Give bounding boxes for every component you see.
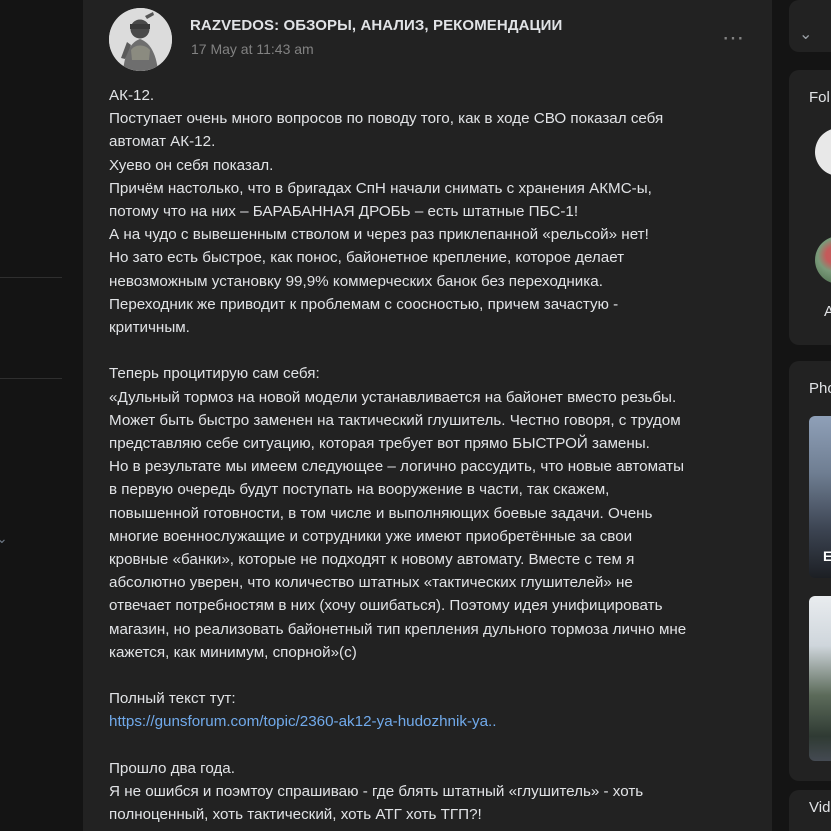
post-text-line: Но зато есть быстрое, как понос, байонет… <box>109 249 625 267</box>
post-text-line: кажется, как минимум, спорной»(с) <box>109 643 357 661</box>
post-text-line: представляю себе ситуацию, которая требу… <box>109 435 650 453</box>
videos-title[interactable]: Vid <box>809 799 830 816</box>
post-text-line: магазин, но реализовать байонетный тип к… <box>109 620 687 638</box>
post-text-line: в первую очередь будут поступать на воор… <box>109 481 610 499</box>
post-text-line: повышенной готовности, в том числе и вып… <box>109 504 653 522</box>
post-text-line: А на чудо с вывешенным стволом и через р… <box>109 226 649 244</box>
post-text-line: многие военнослужащие и сотрудники уже и… <box>109 527 633 545</box>
chevron-down-icon[interactable]: ⌄ <box>0 530 8 547</box>
post-text-line: невозможным установку 99,9% коммерческих… <box>109 272 603 290</box>
post-text-line: абсолютно уверен, что количество штатных… <box>109 574 633 592</box>
right-sidebar: ⌄ Fol A Pho E Vid <box>789 0 831 831</box>
follower-avatar[interactable] <box>815 236 831 284</box>
post-card: RAZVEDOS: ОБЗОРЫ, АНАЛИЗ, РЕКОМЕНДАЦИИ 1… <box>83 0 772 831</box>
post-text-line: потому что на них – БАРАБАННАЯ ДРОБЬ – е… <box>109 203 579 221</box>
photos-widget: Pho E <box>789 361 831 781</box>
post-text-line: «Дульный тормоз на новой модели устанавл… <box>109 388 677 406</box>
post-text-line: Хуево он себя показал. <box>109 156 274 174</box>
post-header: RAZVEDOS: ОБЗОРЫ, АНАЛИЗ, РЕКОМЕНДАЦИИ 1… <box>109 0 772 80</box>
post-text-line: АК-12. <box>109 87 155 104</box>
post-text-line: Я не ошибся и поэмтоу спрашиваю - где бл… <box>109 783 644 801</box>
post-text-line <box>109 734 749 757</box>
post-text-line: Полный текст тут: <box>109 690 236 708</box>
top-widget: ⌄ <box>789 0 831 52</box>
follower-name[interactable]: A <box>824 303 831 320</box>
post-text-line: Но в результате мы имеем следующее – лог… <box>109 458 685 476</box>
chevron-down-icon[interactable]: ⌄ <box>799 24 812 44</box>
post-link-line: https://gunsforum.com/topic/2360-ak12-ya… <box>109 710 749 733</box>
photos-title[interactable]: Pho <box>809 380 831 397</box>
post-text-line: Может быть быстро заменен на тактический… <box>109 411 681 429</box>
post-text-line: Прошло два года. <box>109 759 235 777</box>
photo-label: E <box>823 548 831 564</box>
followers-widget: Fol A <box>789 70 831 345</box>
sidebar-divider <box>0 378 62 379</box>
follower-avatar[interactable] <box>815 128 831 176</box>
left-sidebar: ⌄ <box>0 0 70 831</box>
more-options-icon[interactable]: ⋯ <box>722 26 744 50</box>
post-text-line <box>109 664 749 687</box>
post-text-line: критичным. <box>109 319 190 337</box>
post-author[interactable]: RAZVEDOS: ОБЗОРЫ, АНАЛИЗ, РЕКОМЕНДАЦИИ <box>190 17 562 34</box>
post-text-line: отвечает потребностям в них (хочу ошибат… <box>109 597 663 615</box>
post-text-line: автомат АК-12. <box>109 133 216 151</box>
post-text-line <box>109 339 749 362</box>
post-text-line: Причём настолько, что в бригадах СпН нач… <box>109 179 652 197</box>
sidebar-divider <box>0 277 62 278</box>
post-text: АК-12. Поступает очень много вопросов по … <box>109 84 749 826</box>
photo-thumbnail[interactable]: E <box>809 416 831 578</box>
avatar[interactable] <box>109 8 172 71</box>
post-text-line: полноценный, хоть тактический, хоть АТГ … <box>109 806 482 824</box>
post-text-line: кровные «банки», которые не подходят к н… <box>109 551 635 569</box>
post-text-line: Теперь процитирую сам себя: <box>109 365 320 383</box>
post-text-line: Переходник же приводит к проблемам с соо… <box>109 295 619 313</box>
photo-thumbnail[interactable] <box>809 596 831 761</box>
videos-widget: Vid <box>789 790 831 831</box>
external-link[interactable]: https://gunsforum.com/topic/2360-ak12-ya… <box>109 713 496 730</box>
followers-title[interactable]: Fol <box>809 89 830 106</box>
post-text-line: Поступает очень много вопросов по поводу… <box>109 110 664 128</box>
post-timestamp[interactable]: 17 May at 11:43 am <box>191 41 314 57</box>
